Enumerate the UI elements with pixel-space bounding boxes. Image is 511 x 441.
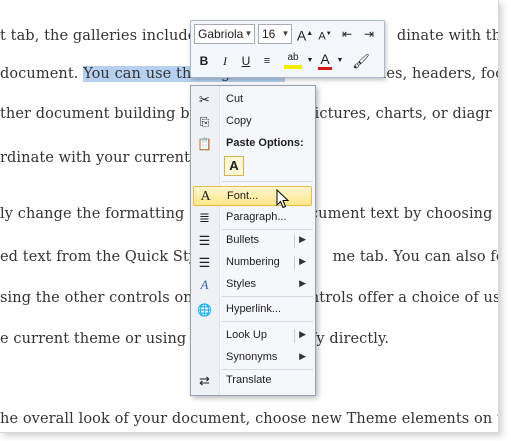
copy-icon: ⎘ (199, 115, 210, 129)
menu-item-paragraph[interactable]: ≣ Paragraph... (193, 208, 312, 228)
menu-item-paste-options: 📋 Paste Options: (197, 137, 304, 151)
font-color-icon: A (320, 51, 330, 67)
highlight-button[interactable]: ab (280, 51, 306, 71)
increase-indent-button[interactable]: ⇥ (359, 24, 379, 44)
styles-icon: A (200, 277, 209, 292)
menu-item-hyperlink[interactable]: 🌐 Hyperlink... (193, 300, 312, 320)
font-name-value: Gabriola (198, 27, 244, 41)
bold-icon: B (199, 54, 209, 68)
underline-button[interactable]: U (236, 51, 256, 71)
menu-item-bullets[interactable]: ☰ Bullets ▶ (193, 231, 312, 251)
paragraph-icon: ≣ (199, 210, 210, 225)
menu-separator (222, 229, 313, 230)
font-size-value: 16 (262, 27, 276, 41)
mouse-pointer-icon (276, 189, 290, 209)
chevron-down-icon[interactable]: ▼ (280, 25, 291, 43)
chevron-right-icon: ▶ (299, 278, 306, 288)
menu-item-synonyms[interactable]: Synonyms ▶ (193, 348, 312, 368)
menu-separator (222, 296, 313, 297)
chevron-down-icon[interactable]: ▼ (335, 51, 345, 71)
translate-icon: ⇄ (199, 373, 210, 388)
menu-item-font[interactable]: A Font... (193, 186, 312, 206)
menu-separator (222, 181, 313, 182)
paste-keep-text-only-button[interactable]: A (224, 156, 244, 176)
menu-item-look-up[interactable]: Look Up ▶ (193, 326, 312, 346)
scissors-icon: ✂ (199, 92, 210, 107)
chevron-down-icon[interactable]: ▼ (305, 51, 315, 71)
paste-keep-text-only-icon: A (229, 158, 239, 173)
menu-item-copy[interactable]: ⎘ Copy (193, 112, 312, 132)
shrink-font-button[interactable]: A▼ (315, 24, 335, 44)
paste-icon: 📋 (197, 137, 212, 151)
chevron-right-icon[interactable]: ▶ (299, 234, 306, 245)
font-name-combo[interactable]: Gabriola ▼ (194, 24, 255, 44)
chevron-right-icon[interactable]: ▶ (299, 256, 306, 267)
document-line-9: he overall look of your document, choose… (0, 411, 498, 427)
format-painter-icon: 🖌 (352, 53, 370, 69)
center-align-icon: ≡ (263, 55, 271, 67)
highlight-icon: ab (287, 52, 299, 63)
grow-font-icon: A (296, 27, 307, 44)
increase-indent-icon: ⇥ (363, 27, 375, 41)
numbering-icon: ☰ (198, 255, 211, 270)
decrease-indent-icon: ⇤ (341, 27, 353, 41)
italic-button[interactable]: I (215, 51, 235, 71)
menu-item-styles[interactable]: A Styles ▶ (193, 275, 312, 295)
chevron-down-icon[interactable]: ▼ (243, 25, 254, 43)
chevron-right-icon: ▶ (299, 351, 306, 361)
bullets-icon: ☰ (198, 233, 211, 248)
center-align-button[interactable]: ≡ (257, 51, 277, 71)
italic-icon: I (223, 54, 227, 68)
mini-toolbar: Gabriola ▼ 16 ▼ A▲ A▼ ⇤ ⇥ B I U ≡ ab ▼ A… (190, 20, 385, 78)
underline-icon: U (241, 54, 251, 68)
grow-font-button[interactable]: A▲ (295, 24, 315, 44)
font-color-swatch (318, 67, 332, 70)
document-line-4: rdinate with your current d (0, 150, 205, 166)
format-painter-button[interactable]: 🖌 (351, 51, 371, 71)
context-menu: ✂ Cut ⎘ Copy 📋 Paste Options: A A Font..… (190, 85, 316, 396)
menu-separator (222, 369, 313, 370)
menu-item-numbering[interactable]: ☰ Numbering ▶ (193, 253, 312, 273)
font-icon: A (200, 189, 211, 204)
chevron-right-icon[interactable]: ▶ (299, 329, 306, 340)
menu-item-translate[interactable]: ⇄ Translate (193, 371, 312, 391)
highlight-color-swatch (284, 65, 302, 69)
font-size-combo[interactable]: 16 ▼ (258, 24, 292, 44)
menu-item-cut[interactable]: ✂ Cut (193, 90, 312, 110)
bold-button[interactable]: B (194, 51, 214, 71)
hyperlink-icon: 🌐 (197, 303, 212, 317)
shrink-font-icon: A (318, 30, 326, 43)
menu-separator (222, 321, 313, 322)
decrease-indent-button[interactable]: ⇤ (337, 24, 357, 44)
font-color-button[interactable]: A (315, 51, 335, 71)
